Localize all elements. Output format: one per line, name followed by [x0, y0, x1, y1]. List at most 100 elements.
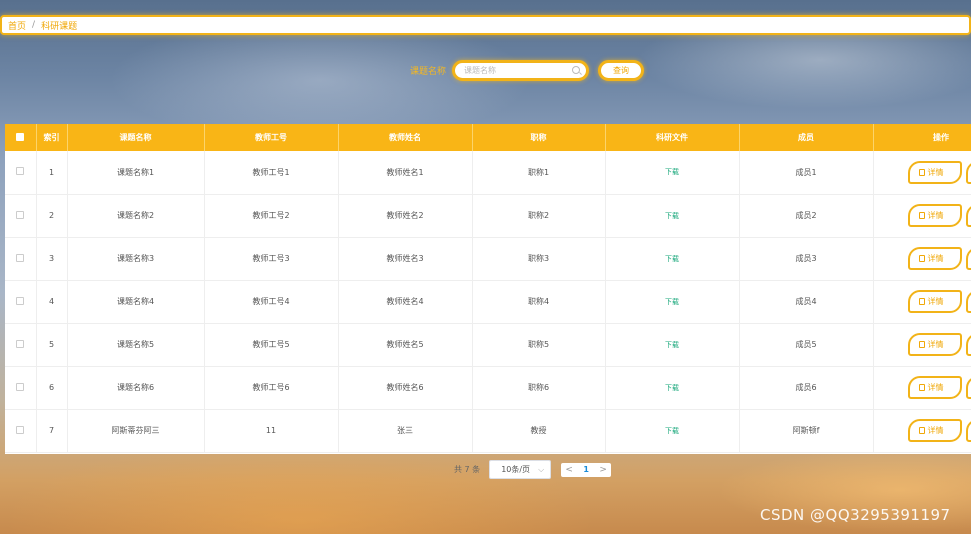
more-action-button[interactable]	[965, 333, 971, 356]
cell-job-title: 职称6	[472, 366, 606, 410]
cell-members: 成员5	[739, 323, 874, 367]
row-select-cell[interactable]	[5, 323, 37, 367]
row-checkbox[interactable]	[16, 382, 25, 391]
row-checkbox[interactable]	[16, 210, 25, 219]
download-link[interactable]: 下载	[665, 168, 679, 176]
more-action-button[interactable]	[965, 419, 971, 442]
table-row: 5 课题名称5 教师工号5 教师姓名5 职称5 下载 成员5 详情	[5, 323, 971, 367]
more-action-button[interactable]	[965, 290, 971, 313]
search-input[interactable]	[464, 65, 573, 75]
table-row: 1 课题名称1 教师工号1 教师姓名1 职称1 下载 成员1 详情	[5, 151, 971, 195]
detail-button[interactable]: 详情	[907, 290, 962, 313]
search-bar: 课题名称 查询	[410, 59, 645, 81]
row-checkbox[interactable]	[16, 296, 25, 305]
query-button[interactable]: 查询	[598, 59, 645, 81]
header-teacher-id: 教师工号	[204, 124, 339, 151]
data-table: 索引 课题名称 教师工号 教师姓名 职称 科研文件 成员 操作 1 课题名称1 教师…	[5, 124, 971, 454]
pager: < 1 >	[561, 462, 612, 477]
download-link[interactable]: 下载	[665, 427, 679, 435]
cell-job-title: 职称2	[472, 194, 606, 238]
detail-button[interactable]: 详情	[907, 204, 962, 227]
detail-label: 详情	[927, 167, 944, 177]
search-icon	[572, 66, 581, 74]
table-header-row: 索引 课题名称 教师工号 教师姓名 职称 科研文件 成员 操作	[5, 124, 971, 151]
cell-members: 成员1	[739, 151, 874, 195]
header-topic-name: 课题名称	[67, 124, 205, 151]
next-page-button[interactable]: >	[595, 465, 611, 475]
breadcrumb-home-link[interactable]: 首页	[8, 19, 26, 32]
row-select-cell[interactable]	[5, 366, 37, 410]
page-size-select[interactable]: 10条/页 ⌵	[489, 460, 552, 479]
detail-label: 详情	[927, 426, 944, 435]
document-icon	[918, 168, 925, 176]
row-select-cell[interactable]	[5, 151, 37, 195]
download-link[interactable]: 下载	[665, 384, 679, 392]
detail-button[interactable]: 详情	[907, 247, 962, 270]
cell-index: 7	[36, 409, 68, 453]
cell-teacher-name: 教师姓名2	[338, 194, 473, 238]
document-icon	[918, 384, 925, 391]
cell-teacher-name: 教师姓名3	[338, 237, 473, 281]
cell-research-file: 下载	[605, 323, 740, 367]
cell-research-file: 下载	[605, 237, 740, 281]
detail-button[interactable]: 详情	[907, 376, 962, 399]
row-select-cell[interactable]	[5, 237, 37, 281]
detail-label: 详情	[927, 254, 944, 263]
cell-job-title: 职称1	[472, 151, 606, 195]
cell-index: 5	[36, 323, 68, 367]
row-checkbox[interactable]	[16, 253, 25, 262]
document-icon	[918, 212, 925, 219]
select-all-header[interactable]	[5, 124, 37, 151]
cell-teacher-name: 教师姓名4	[338, 280, 473, 324]
cell-actions: 详情	[873, 323, 971, 367]
cell-job-title: 教授	[472, 409, 606, 453]
more-action-button[interactable]	[965, 376, 971, 399]
cell-actions: 详情	[873, 409, 971, 453]
cell-teacher-id: 11	[204, 409, 339, 453]
cell-teacher-name: 教师姓名5	[338, 323, 473, 367]
cell-teacher-name: 教师姓名1	[338, 151, 473, 195]
page-size-value: 10条/页	[501, 465, 531, 474]
page-number[interactable]: 1	[577, 465, 595, 474]
cell-job-title: 职称5	[472, 323, 606, 367]
download-link[interactable]: 下载	[665, 212, 679, 220]
breadcrumb-separator: /	[32, 20, 36, 30]
select-all-checkbox[interactable]	[16, 132, 25, 141]
row-select-cell[interactable]	[5, 280, 37, 324]
header-teacher-name: 教师姓名	[338, 124, 473, 151]
prev-page-button[interactable]: <	[561, 465, 577, 475]
row-checkbox[interactable]	[16, 167, 25, 176]
cell-actions: 详情	[873, 366, 971, 410]
cell-members: 阿斯顿f	[739, 409, 874, 453]
detail-button[interactable]: 详情	[907, 333, 962, 356]
row-select-cell[interactable]	[5, 194, 37, 238]
search-field[interactable]	[452, 59, 590, 81]
breadcrumb: 首页 / 科研课题	[0, 15, 971, 35]
download-link[interactable]: 下载	[665, 341, 679, 349]
download-link[interactable]: 下载	[665, 255, 679, 263]
cell-research-file: 下载	[605, 409, 740, 453]
cell-topic-name: 课题名称5	[67, 323, 205, 367]
document-icon	[918, 341, 925, 348]
detail-button[interactable]: 详情	[907, 160, 962, 184]
detail-button[interactable]: 详情	[907, 419, 962, 442]
search-label: 课题名称	[410, 66, 447, 77]
breadcrumb-current: 科研课题	[41, 21, 78, 32]
more-action-button[interactable]	[965, 160, 971, 184]
table-row: 2 课题名称2 教师工号2 教师姓名2 职称2 下载 成员2 详情	[5, 194, 971, 238]
cell-actions: 详情	[873, 280, 971, 324]
cell-actions: 详情	[873, 237, 971, 281]
detail-label: 详情	[927, 211, 944, 220]
pagination: 共 7 条 10条/页 ⌵ < 1 >	[454, 460, 612, 479]
cell-topic-name: 课题名称1	[67, 151, 205, 195]
document-icon	[918, 298, 925, 305]
row-checkbox[interactable]	[16, 425, 25, 434]
detail-label: 详情	[927, 383, 944, 392]
more-action-button[interactable]	[965, 247, 971, 270]
cell-research-file: 下载	[605, 151, 740, 195]
row-checkbox[interactable]	[16, 339, 25, 348]
download-link[interactable]: 下载	[665, 298, 679, 306]
detail-label: 详情	[927, 297, 944, 306]
more-action-button[interactable]	[965, 204, 971, 227]
row-select-cell[interactable]	[5, 409, 37, 453]
